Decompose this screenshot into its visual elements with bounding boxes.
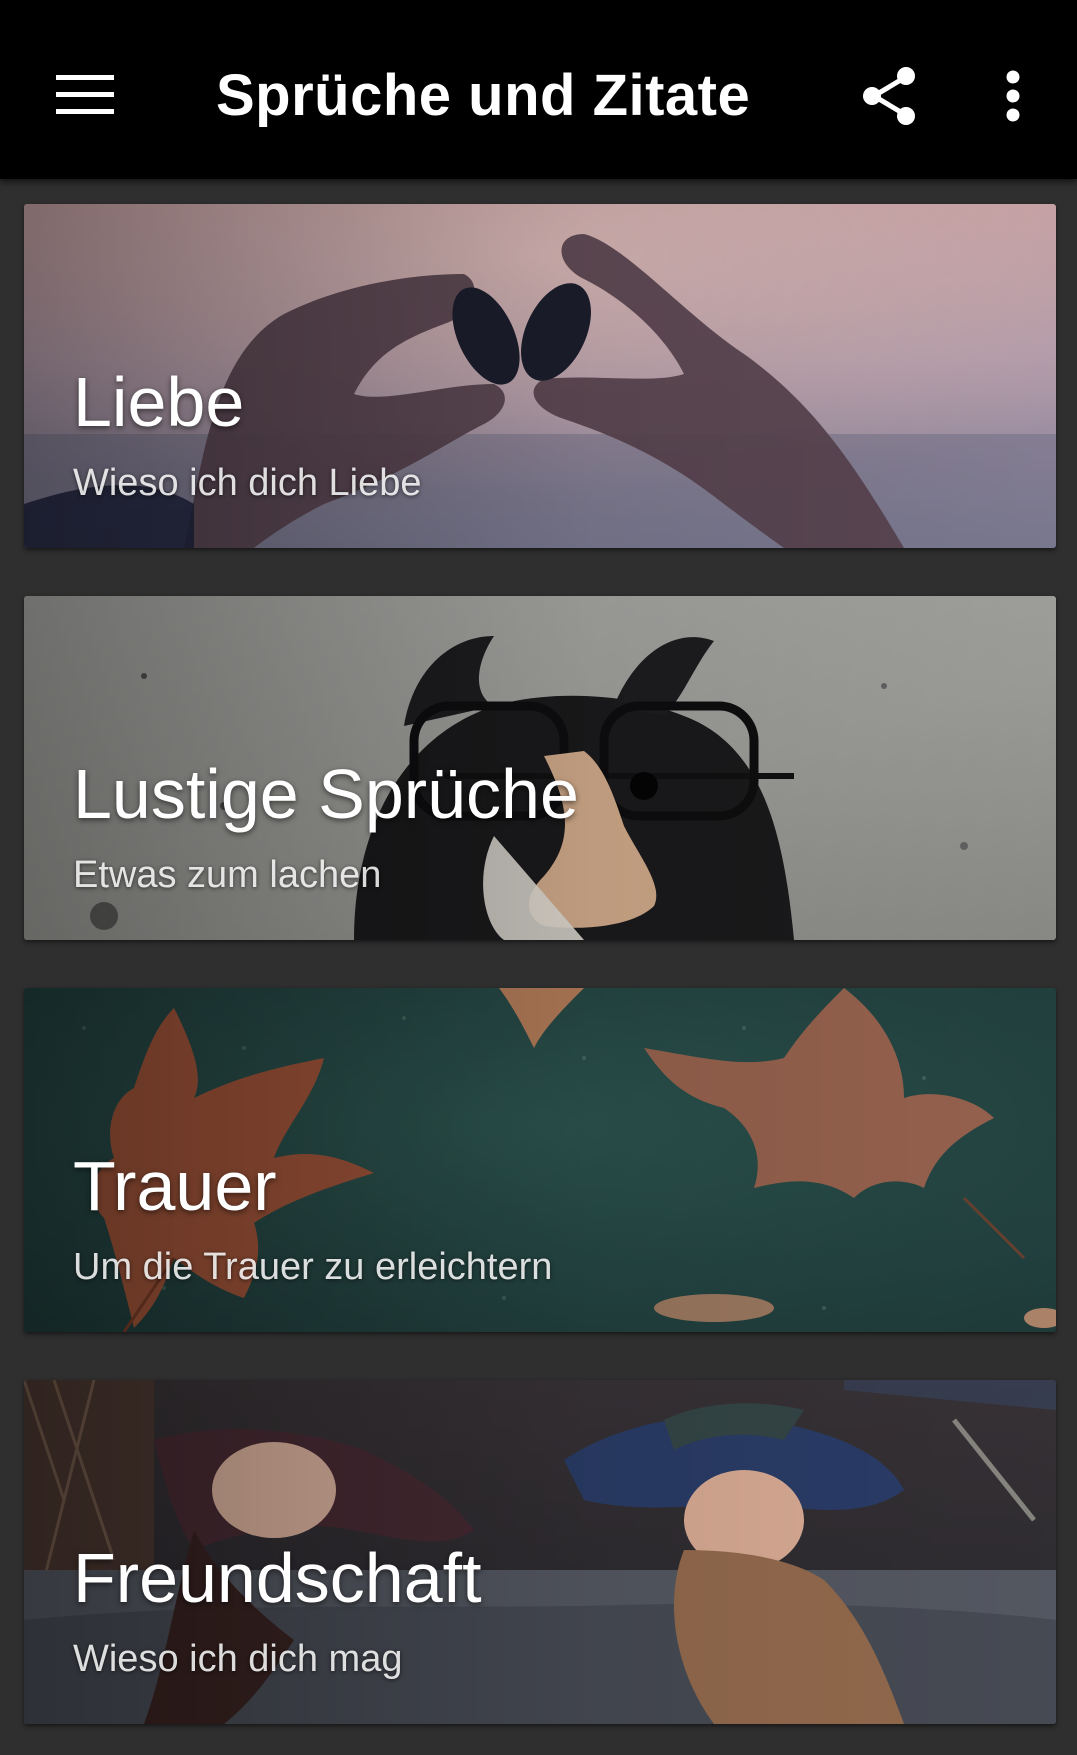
- category-card-freundschaft[interactable]: Freundschaft Wieso ich dich mag: [24, 1380, 1056, 1724]
- category-title: Trauer: [73, 1147, 277, 1225]
- category-subtitle: Etwas zum lachen: [73, 854, 382, 896]
- category-title: Lustige Sprüche: [73, 755, 579, 833]
- hamburger-menu-icon[interactable]: [40, 50, 130, 140]
- category-subtitle: Wieso ich dich mag: [73, 1638, 403, 1680]
- category-title: Freundschaft: [73, 1539, 482, 1617]
- category-card-liebe[interactable]: Liebe Wieso ich dich Liebe: [24, 204, 1056, 548]
- app-bar: Sprüche und Zitate: [0, 0, 1077, 179]
- category-subtitle: Wieso ich dich Liebe: [73, 462, 422, 504]
- more-vert-icon[interactable]: [973, 52, 1053, 140]
- category-subtitle: Um die Trauer zu erleichtern: [73, 1246, 553, 1288]
- category-card-trauer[interactable]: Trauer Um die Trauer zu erleichtern: [24, 988, 1056, 1332]
- app-title: Sprüche und Zitate: [216, 63, 751, 128]
- category-card-lustige-sprueche[interactable]: Lustige Sprüche Etwas zum lachen: [24, 596, 1056, 940]
- category-title: Liebe: [73, 363, 245, 441]
- share-icon[interactable]: [845, 52, 933, 140]
